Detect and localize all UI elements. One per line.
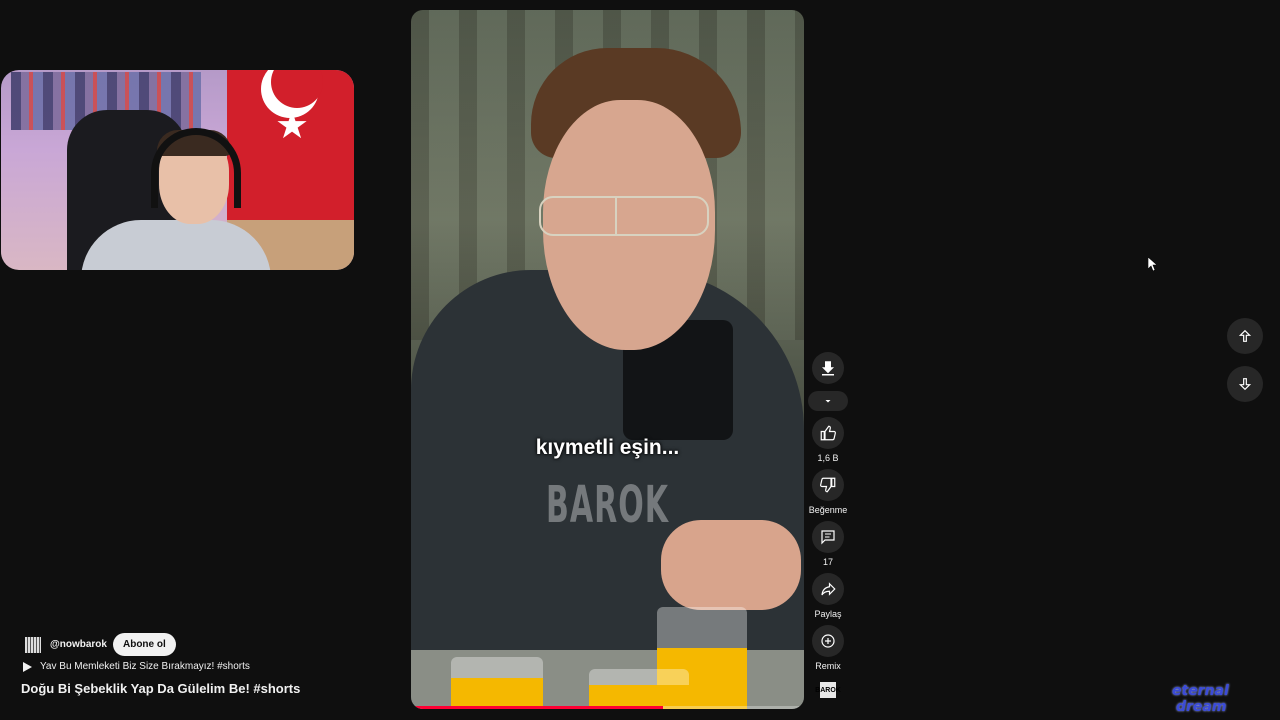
download-button[interactable] <box>812 352 844 384</box>
video-caption: kıymetli eşin... <box>535 436 680 459</box>
logo-line-1: eternal <box>1172 683 1229 699</box>
stream-logo: eternal dream <box>1172 683 1252 715</box>
webcam-overlay: ★ <box>1 70 354 270</box>
arrow-down-icon <box>1238 378 1252 391</box>
channel-handle[interactable]: @nowbarok <box>50 639 107 650</box>
download-icon <box>822 361 834 376</box>
related-video-label: Yav Bu Memleketi Biz Size Bırakmayız! #s… <box>40 661 250 672</box>
like-count: 1,6 B <box>817 453 839 463</box>
juice-glass <box>451 657 543 709</box>
headset-icon <box>151 128 241 208</box>
comment-icon <box>821 530 835 545</box>
video-progress-bar[interactable] <box>411 706 804 709</box>
remix-button[interactable] <box>812 625 844 657</box>
flag-star-icon: ★ <box>275 103 310 147</box>
previous-short-button[interactable] <box>1227 318 1263 354</box>
arrow-up-icon <box>1238 329 1252 342</box>
share-label: Paylaş <box>814 609 842 619</box>
share-button[interactable] <box>812 573 844 605</box>
video-watermark: BAROK <box>546 476 669 536</box>
comment-count: 17 <box>822 557 833 567</box>
remix-label: Remix <box>815 661 841 671</box>
subscribe-button[interactable]: Abone ol <box>112 633 176 656</box>
dislike-icon <box>820 477 836 493</box>
juice-glass <box>589 669 689 709</box>
video-person-glasses <box>539 196 709 236</box>
turkish-flag: ★ <box>227 70 354 220</box>
next-short-button[interactable] <box>1227 366 1263 402</box>
related-video-link[interactable]: Yav Bu Memleketi Biz Size Bırakmayız! #s… <box>23 661 250 672</box>
dropdown-icon <box>825 400 831 403</box>
dislike-button[interactable] <box>812 469 844 501</box>
cursor-icon <box>1148 257 1156 271</box>
channel-row: @nowbarok Abone ol <box>25 633 176 656</box>
short-video-player[interactable]: kıymetli eşin... BAROK <box>411 10 804 709</box>
like-icon <box>820 425 836 441</box>
share-icon <box>821 582 836 596</box>
short-title: Doğu Bi Şebeklik Yap Da Gülelim Be! #sho… <box>21 681 301 696</box>
comments-button[interactable] <box>812 521 844 553</box>
more-options-dropdown[interactable] <box>808 391 848 411</box>
glasses-bridge <box>615 196 617 236</box>
dislike-label: Beğenme <box>808 505 848 515</box>
like-button[interactable] <box>812 417 844 449</box>
remix-icon <box>821 634 835 648</box>
channel-avatar-small[interactable]: BAROK <box>815 682 841 698</box>
play-icon <box>23 661 32 672</box>
channel-avatar[interactable] <box>25 636 41 653</box>
video-progress-fill <box>411 706 663 709</box>
logo-line-2: dream <box>1176 699 1227 715</box>
